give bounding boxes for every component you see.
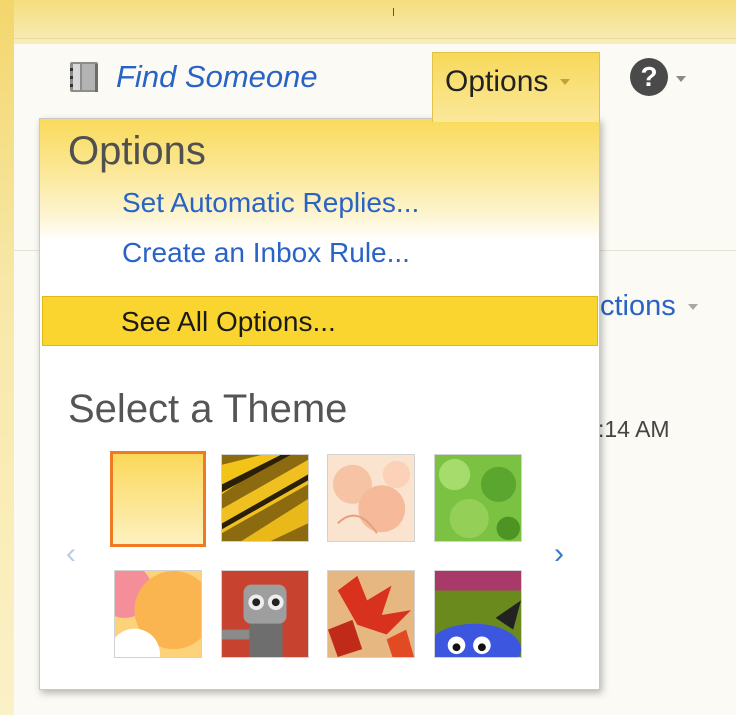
- see-all-options-item[interactable]: See All Options...: [42, 296, 598, 346]
- help-button[interactable]: ?: [630, 58, 686, 96]
- see-all-options-label: See All Options...: [121, 306, 336, 337]
- theme-tiger-image: [222, 455, 308, 541]
- theme-green-image: [435, 455, 521, 541]
- menu-heading: Options: [68, 129, 206, 173]
- theme-thumb-blue-monster[interactable]: [434, 570, 522, 658]
- theme-robot-image: [222, 571, 308, 657]
- help-icon: ?: [630, 58, 668, 96]
- theme-heading: Select a Theme: [68, 387, 348, 431]
- actions-menu-partial[interactable]: ctions: [600, 290, 698, 323]
- theme-thumb-green-leaves[interactable]: [434, 454, 522, 542]
- theme-peach-image: [328, 455, 414, 541]
- theme-default-image: [113, 454, 203, 544]
- set-automatic-replies-item[interactable]: Set Automatic Replies...: [122, 187, 419, 219]
- chevron-down-icon: [676, 76, 686, 82]
- theme-autumn-image: [328, 571, 414, 657]
- find-someone-label: Find Someone: [116, 59, 318, 94]
- message-time-partial: :14 AM: [598, 416, 670, 442]
- theme-thumb-robot[interactable]: [221, 570, 309, 658]
- find-someone-link[interactable]: Find Someone: [66, 58, 318, 96]
- options-tab[interactable]: Options: [432, 52, 600, 122]
- top-banner: [0, 0, 736, 39]
- theme-thumb-autumn-leaves[interactable]: [327, 570, 415, 658]
- options-dropdown-menu: Options Set Automatic Replies... Create …: [39, 118, 600, 690]
- theme-thumb-peach-petals[interactable]: [327, 454, 415, 542]
- theme-prev-arrow[interactable]: ‹: [66, 537, 76, 571]
- theme-thumb-sunset-circles[interactable]: [114, 570, 202, 658]
- options-tab-label: Options: [445, 65, 549, 98]
- top-tick-mark: [393, 8, 394, 16]
- theme-sunset-image: [115, 571, 201, 657]
- theme-thumb-tiger[interactable]: [221, 454, 309, 542]
- theme-monster-image: [435, 571, 521, 657]
- theme-thumb-default-yellow[interactable]: [110, 451, 206, 547]
- actions-label: ctions: [600, 290, 676, 322]
- chevron-down-icon: [687, 303, 698, 310]
- left-theme-strip: [0, 0, 14, 715]
- create-inbox-rule-item[interactable]: Create an Inbox Rule...: [122, 237, 410, 269]
- theme-next-arrow[interactable]: ›: [554, 537, 564, 571]
- chevron-down-icon: [560, 79, 571, 85]
- address-book-icon: [70, 62, 98, 92]
